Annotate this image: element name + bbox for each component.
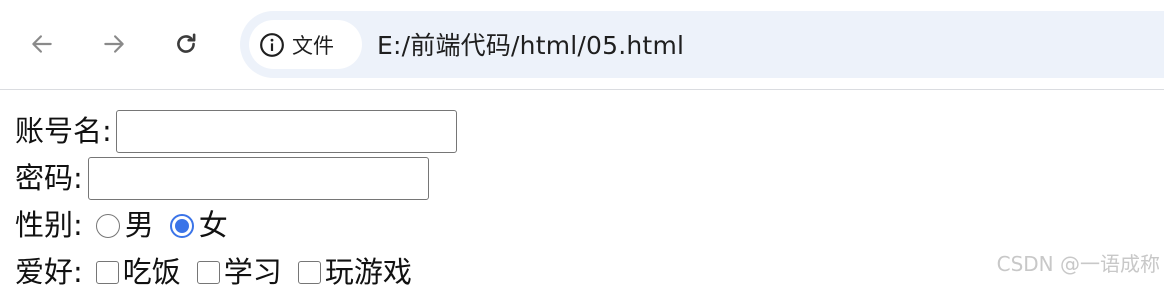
- gender-row: 性别: 男 女: [15, 202, 457, 249]
- account-label: 账号名:: [15, 114, 112, 148]
- hobby-checkbox-games[interactable]: [297, 261, 321, 284]
- hobbies-label: 爱好:: [15, 255, 83, 289]
- hobbies-row: 爱好: 吃饭 学习 玩游戏: [15, 249, 457, 296]
- account-input[interactable]: [115, 110, 457, 153]
- site-info-chip[interactable]: 文件: [249, 20, 362, 69]
- signup-form: 账号名: 密码: 性别: 男 女 爱好: 吃饭 学习 玩游戏: [15, 108, 457, 296]
- hobby-option-eat[interactable]: 吃饭: [123, 249, 181, 296]
- gender-option-male[interactable]: 男: [125, 202, 154, 249]
- arrow-left-icon: [32, 35, 52, 53]
- hobby-option-study[interactable]: 学习: [224, 249, 282, 296]
- info-icon: [259, 32, 285, 58]
- hobby-option-games[interactable]: 玩游戏: [325, 249, 412, 296]
- gender-option-female[interactable]: 女: [199, 202, 228, 249]
- reload-button[interactable]: [166, 24, 206, 64]
- password-label: 密码:: [15, 161, 83, 195]
- forward-button[interactable]: [94, 24, 134, 64]
- password-row: 密码:: [15, 155, 457, 202]
- hobby-checkbox-eat[interactable]: [95, 261, 119, 284]
- password-input[interactable]: [87, 157, 429, 200]
- address-bar[interactable]: 文件 E:/前端代码/html/05.html: [240, 11, 1164, 78]
- csdn-watermark: CSDN @一语成称: [996, 252, 1160, 276]
- site-info-label: 文件: [292, 33, 334, 58]
- reload-icon: [177, 33, 196, 53]
- arrow-right-icon: [104, 35, 124, 53]
- url-text[interactable]: E:/前端代码/html/05.html: [377, 26, 684, 62]
- hobby-checkbox-study[interactable]: [196, 261, 220, 284]
- back-button[interactable]: [22, 24, 62, 64]
- gender-radio-male[interactable]: [95, 213, 120, 238]
- gender-label: 性别:: [15, 208, 83, 242]
- gender-radio-female[interactable]: [169, 213, 194, 238]
- account-row: 账号名:: [15, 108, 457, 155]
- browser-toolbar: 文件 E:/前端代码/html/05.html: [0, 0, 1164, 90]
